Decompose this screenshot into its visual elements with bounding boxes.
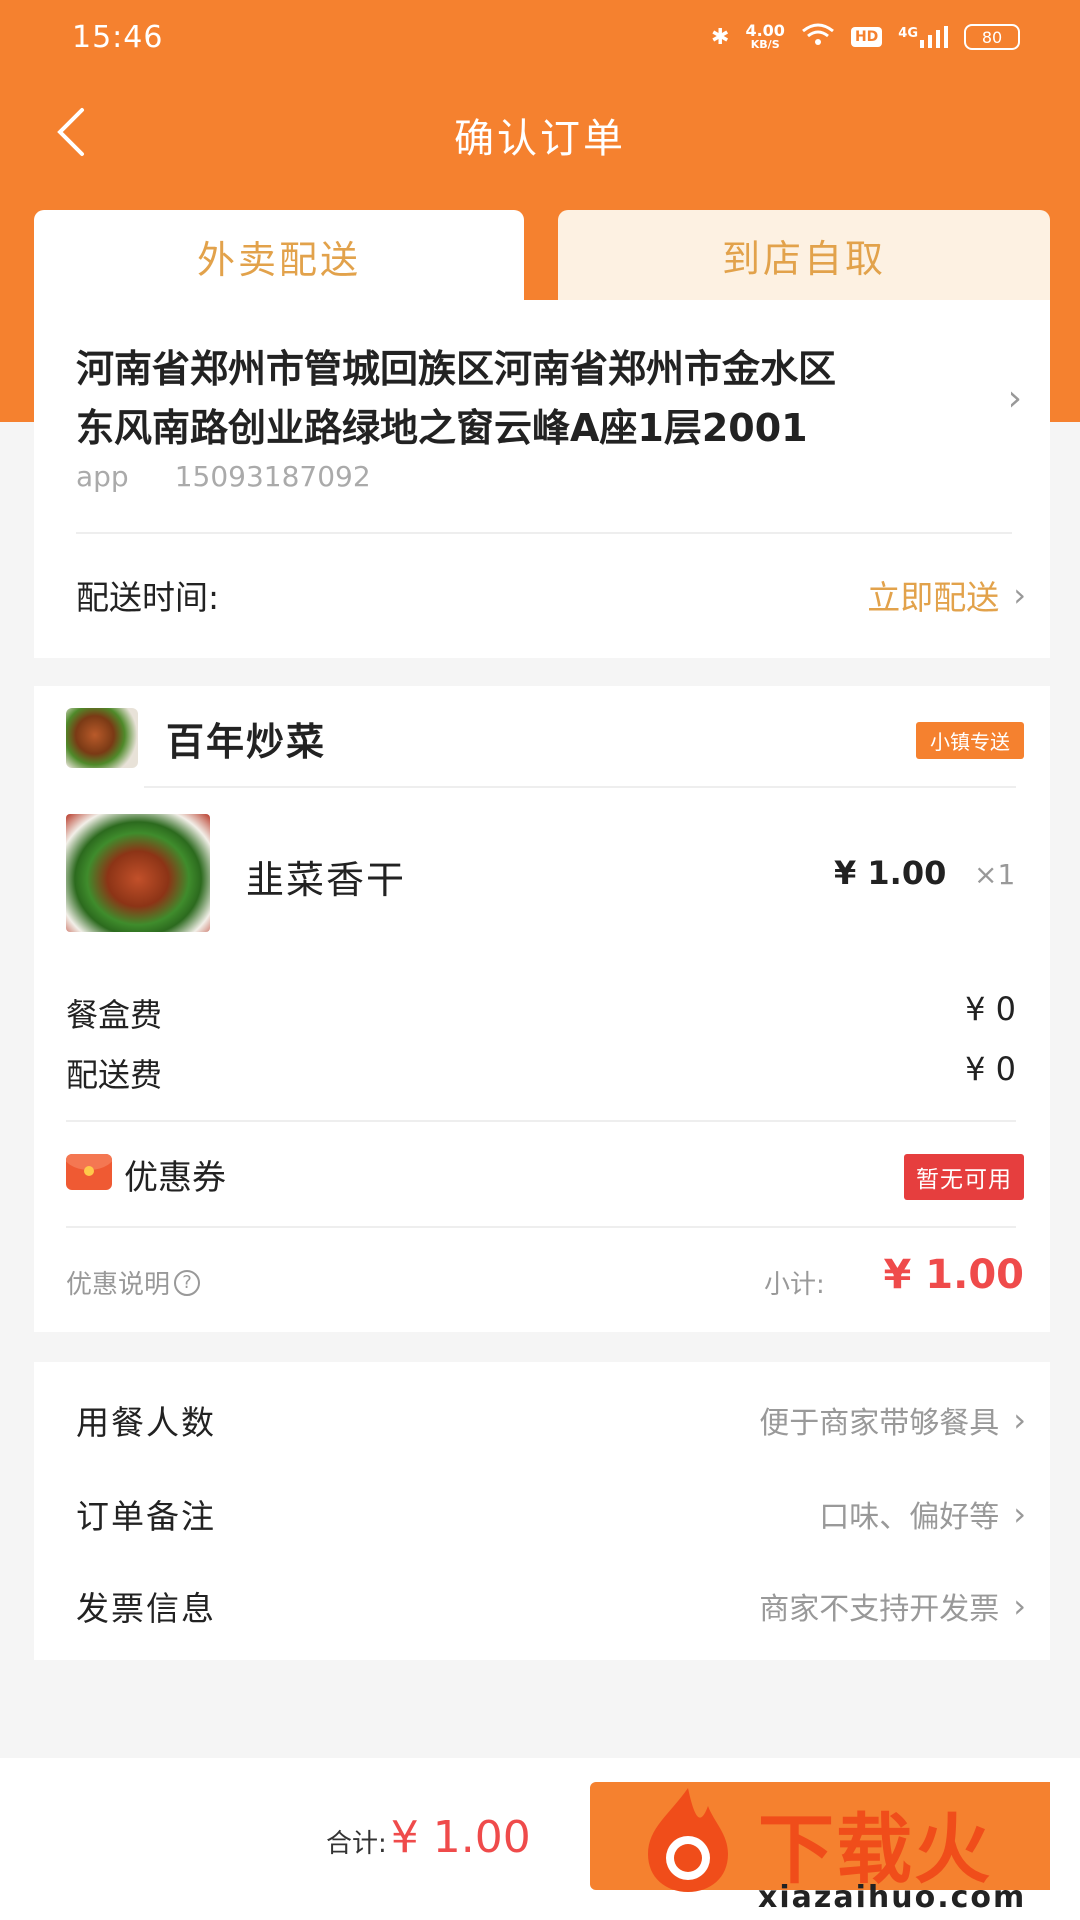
invoice-info-row[interactable]: 发票信息 商家不支持开发票 ›: [76, 1576, 1026, 1636]
extra-label: 用餐人数: [76, 1403, 216, 1442]
total-value: ¥ 1.00: [390, 1812, 531, 1863]
shop-logo: [66, 708, 138, 768]
diner-count-row[interactable]: 用餐人数 便于商家带够餐具 ›: [76, 1390, 1026, 1450]
order-extras-card: 用餐人数 便于商家带够餐具 › 订单备注 口味、偏好等 › 发票信息 商家不支持开发…: [34, 1362, 1050, 1660]
status-icons: ✱ 4.00 KB/S HD 4G 80: [711, 22, 1020, 52]
battery-icon: 80: [964, 24, 1020, 50]
fee-value: ¥ 0: [965, 1050, 1016, 1088]
promo-info-link[interactable]: 优惠说明 ?: [66, 1264, 201, 1301]
signal-icon: 4G: [898, 26, 948, 48]
chevron-right-icon: ›: [1013, 1401, 1026, 1439]
fee-value: ¥ 0: [965, 990, 1016, 1028]
extra-label: 发票信息: [76, 1589, 216, 1628]
delivery-type-badge: 小镇专送: [916, 722, 1024, 759]
bluetooth-icon: ✱: [711, 24, 730, 50]
chevron-right-icon: ›: [1013, 1495, 1026, 1533]
status-time: 15:46: [72, 20, 164, 55]
chevron-right-icon: ›: [1013, 576, 1026, 614]
fee-label: 配送费: [66, 1056, 163, 1094]
chevron-right-icon: ›: [1013, 1587, 1026, 1625]
chevron-right-icon: ›: [1007, 378, 1022, 419]
coupon-label[interactable]: 优惠券: [124, 1150, 226, 1199]
coupon-status-badge[interactable]: 暂无可用: [904, 1154, 1024, 1200]
address-text: 河南省郑州市管城回族区河南省郑州市金水区 东风南路创业路绿地之窗云峰A座1层20…: [76, 340, 976, 458]
signal-label: 4G: [898, 26, 918, 41]
tab-pickup[interactable]: 到店自取: [558, 210, 1050, 300]
address-line-1: 河南省郑州市管城回族区河南省郑州市金水区: [76, 347, 837, 391]
extra-value-text: 口味、偏好等: [819, 1500, 1000, 1535]
wifi-icon: [801, 22, 835, 52]
coupon-icon: [66, 1154, 112, 1190]
order-note-row[interactable]: 订单备注 口味、偏好等 ›: [76, 1484, 1026, 1544]
delivery-time-value: 立即配送 ›: [867, 571, 1026, 619]
navbar: 确认订单: [0, 80, 1080, 190]
packaging-fee-row: 餐盒费 ¥ 0: [66, 990, 1016, 1036]
address-card[interactable]: 河南省郑州市管城回族区河南省郑州市金水区 东风南路创业路绿地之窗云峰A座1层20…: [34, 300, 1050, 658]
extra-value: 商家不支持开发票 ›: [759, 1584, 1026, 1628]
subtotal-label: 小计:: [764, 1270, 825, 1300]
divider: [66, 1120, 1016, 1122]
delivery-time-option: 立即配送: [867, 578, 1000, 617]
tab-delivery[interactable]: 外卖配送: [34, 210, 524, 302]
watermark: 下载火 xiazaihuo.com: [618, 1770, 1080, 1920]
extra-value-text: 便于商家带够餐具: [759, 1406, 1000, 1441]
divider: [76, 532, 1012, 534]
subtotal-value: ¥ 1.00: [883, 1252, 1024, 1298]
contact-name: app: [76, 460, 129, 493]
extra-value: 口味、偏好等 ›: [819, 1492, 1026, 1536]
delivery-time-row[interactable]: 配送时间: 立即配送 ›: [76, 565, 1026, 625]
net-speed-value: 4.00: [745, 21, 785, 40]
contact-info: app 15093187092: [76, 460, 371, 493]
battery-level: 80: [981, 27, 1003, 47]
address-line-2: 东风南路创业路绿地之窗云峰A座1层2001: [76, 406, 808, 450]
net-speed-unit: KB/S: [750, 38, 780, 51]
shop-card: 百年炒菜 小镇专送 韭菜香干 ¥ 1.00 ×1 餐盒费 ¥ 0 配送费 ¥ 0…: [34, 686, 1050, 1332]
watermark-url: xiazaihuo.com: [758, 1880, 1027, 1915]
extra-value-text: 商家不支持开发票: [759, 1592, 1000, 1627]
order-total: 合计: ¥ 1.00: [326, 1812, 531, 1863]
extra-label: 订单备注: [76, 1497, 216, 1536]
divider: [66, 1226, 1016, 1228]
flame-logo-icon: [648, 1788, 728, 1892]
fee-label: 餐盒费: [66, 996, 163, 1034]
hd-badge: HD: [850, 27, 883, 47]
dish-name: 韭菜香干: [246, 858, 407, 902]
net-speed: 4.00 KB/S: [745, 23, 784, 51]
promo-info-label: 优惠说明: [66, 1270, 171, 1300]
question-icon: ?: [174, 1269, 201, 1296]
total-label: 合计:: [326, 1829, 387, 1859]
divider: [144, 786, 1016, 788]
status-bar: 15:46 ✱ 4.00 KB/S HD 4G 80: [0, 0, 1080, 80]
page-title: 确认订单: [454, 116, 626, 162]
dish-image: [66, 814, 210, 932]
extra-value: 便于商家带够餐具 ›: [759, 1398, 1026, 1442]
delivery-time-label: 配送时间:: [76, 578, 220, 617]
dish-price: ¥ 1.00: [834, 854, 947, 892]
delivery-fee-row: 配送费 ¥ 0: [66, 1050, 1016, 1096]
contact-phone: 15093187092: [174, 460, 371, 493]
dish-quantity: ×1: [974, 858, 1016, 891]
shop-name: 百年炒菜: [166, 720, 327, 764]
